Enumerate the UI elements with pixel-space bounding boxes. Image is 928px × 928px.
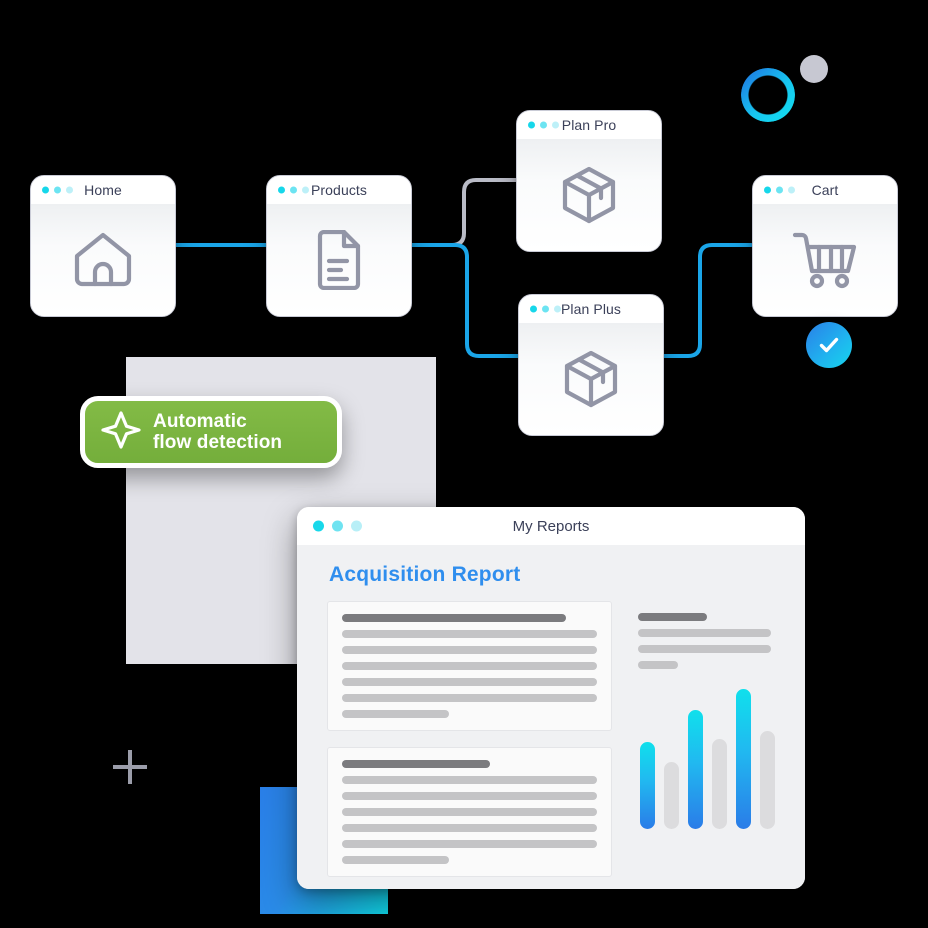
- flow-node-products[interactable]: Products: [266, 175, 412, 317]
- plus-icon: [113, 750, 147, 784]
- text-placeholder-line: [342, 646, 597, 654]
- text-placeholder-line: [638, 613, 708, 621]
- flow-node-plan-pro[interactable]: Plan Pro: [516, 110, 662, 252]
- text-placeholder-line: [342, 662, 597, 670]
- flow-node-cart[interactable]: Cart: [752, 175, 898, 317]
- chart-bar: [688, 710, 703, 829]
- window-dots-icon: [764, 186, 795, 194]
- text-placeholder-line: [342, 776, 597, 784]
- report-chart-column: [628, 601, 775, 877]
- text-placeholder-line: [342, 840, 597, 848]
- node-titlebar: Home: [31, 176, 175, 204]
- text-placeholder-line: [342, 630, 597, 638]
- report-columns: [313, 601, 789, 877]
- window-dots-icon: [528, 121, 559, 129]
- document-icon: [267, 204, 411, 316]
- shopping-cart-icon: [753, 204, 897, 316]
- house-icon: [31, 204, 175, 316]
- badge-line-2: flow detection: [153, 432, 283, 453]
- flow-node-plan-plus[interactable]: Plan Plus: [518, 294, 664, 436]
- report-content: Acquisition Report: [297, 545, 805, 889]
- flow-node-home[interactable]: Home: [30, 175, 176, 317]
- report-window[interactable]: My Reports Acquisition Report: [297, 507, 805, 889]
- report-window-title: My Reports: [512, 517, 590, 535]
- text-placeholder-line: [342, 760, 490, 768]
- chart-bar: [736, 689, 751, 829]
- text-placeholder-line: [638, 645, 771, 653]
- window-dots-icon: [42, 186, 73, 194]
- sparkle-icon: [99, 408, 143, 457]
- illustration-canvas: Home Products Plan Pro Plan Plus Cart Au…: [0, 0, 928, 928]
- text-placeholder-line: [342, 614, 567, 622]
- chart-bar: [664, 761, 679, 829]
- report-titlebar: My Reports: [297, 507, 805, 545]
- text-placeholder-line: [342, 694, 597, 702]
- badge-line-1: Automatic: [153, 410, 247, 432]
- report-heading: Acquisition Report: [329, 563, 521, 586]
- text-placeholder-line: [342, 792, 597, 800]
- report-text-card: [327, 747, 612, 877]
- window-dots-icon: [278, 186, 309, 194]
- badge-text: Automatic flow detection: [153, 411, 282, 454]
- window-dots-icon: [530, 305, 561, 313]
- gradient-ring-icon: [741, 68, 795, 122]
- node-titlebar: Plan Pro: [517, 111, 661, 139]
- automatic-flow-detection-badge[interactable]: Automatic flow detection: [80, 396, 342, 468]
- text-placeholder-line: [638, 629, 771, 637]
- node-titlebar: Plan Plus: [519, 295, 663, 323]
- report-text-column: [327, 601, 612, 877]
- text-placeholder-line: [342, 678, 597, 686]
- check-icon: [819, 337, 839, 353]
- node-titlebar: Cart: [753, 176, 897, 204]
- text-placeholder-line: [342, 710, 450, 718]
- report-text-card: [327, 601, 612, 731]
- chart-bar: [760, 731, 775, 829]
- box-icon: [517, 139, 661, 251]
- text-placeholder-line: [342, 808, 597, 816]
- chart-bar: [640, 742, 655, 829]
- gray-circle-icon: [800, 55, 828, 83]
- report-side-lines: [628, 601, 775, 669]
- text-placeholder-line: [342, 824, 597, 832]
- text-placeholder-line: [638, 661, 678, 669]
- window-dots-icon: [313, 520, 362, 532]
- node-titlebar: Products: [267, 176, 411, 204]
- text-placeholder-line: [342, 856, 450, 864]
- box-icon: [519, 323, 663, 435]
- status-badge: [806, 322, 852, 368]
- chart-bar: [712, 739, 727, 829]
- bar-chart: [628, 683, 775, 829]
